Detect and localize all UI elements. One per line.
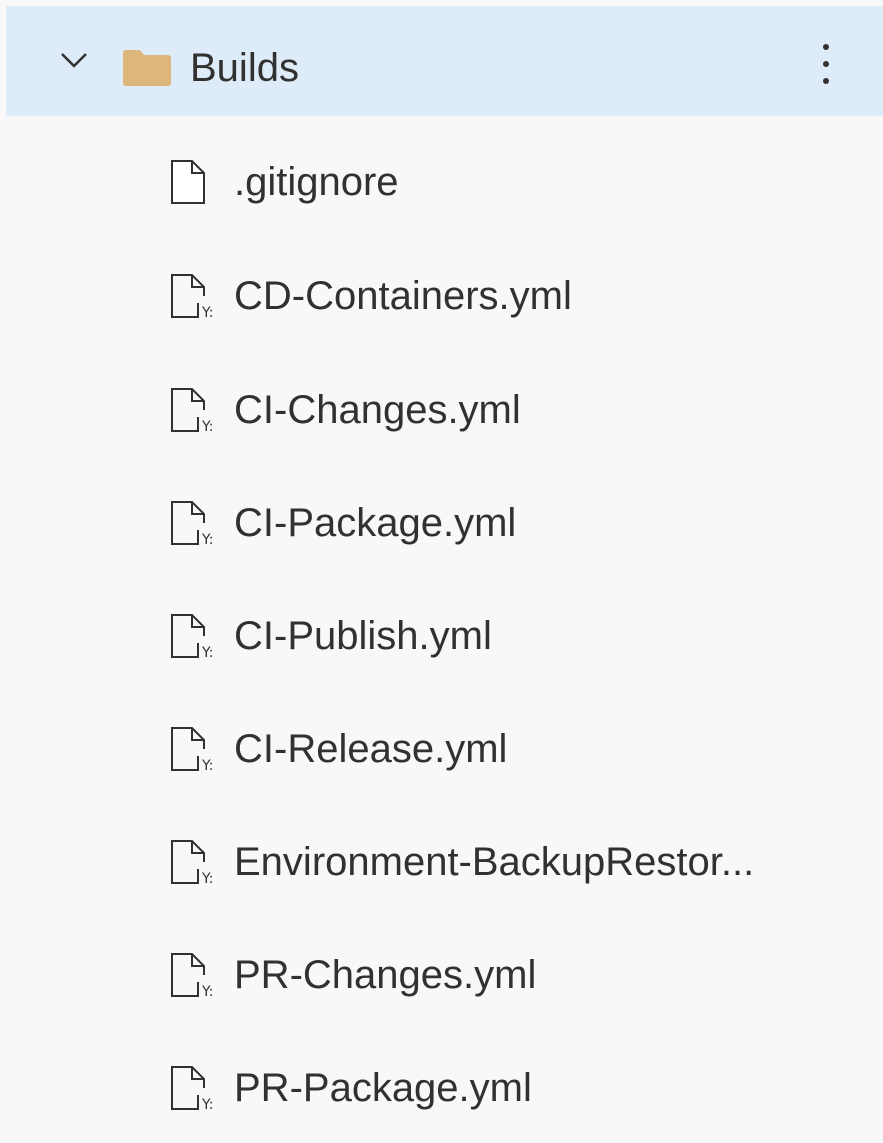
file-row[interactable]: Y: PR-Changes.yml [6, 917, 883, 1030]
file-row[interactable]: Y: CD-Containers.yml [6, 238, 883, 351]
file-label: .gitignore [234, 160, 399, 204]
folder-row-builds[interactable]: Builds [6, 6, 883, 116]
folder-icon [123, 50, 171, 86]
yaml-file-icon: Y: [171, 614, 213, 658]
svg-text:Y:: Y: [201, 984, 213, 997]
file-label: CI-Package.yml [234, 501, 517, 545]
folder-label: Builds [190, 46, 299, 90]
svg-text:Y:: Y: [201, 645, 213, 658]
yaml-file-icon: Y: [171, 388, 213, 432]
file-row[interactable]: Y: CI-Publish.yml [6, 578, 883, 691]
file-label: CI-Release.yml [234, 727, 508, 771]
file-row[interactable]: Y: Environment-BackupRestor... [6, 804, 883, 917]
more-vertical-icon [823, 44, 829, 50]
more-options-button[interactable] [806, 34, 846, 94]
chevron-down-icon[interactable] [56, 42, 92, 78]
file-label: CI-Changes.yml [234, 388, 521, 432]
svg-text:Y:: Y: [201, 758, 213, 771]
file-row[interactable]: Y: CI-Changes.yml [6, 352, 883, 465]
file-label: CD-Containers.yml [234, 274, 572, 318]
file-icon [171, 160, 205, 204]
svg-text:Y:: Y: [201, 532, 213, 545]
yaml-file-icon: Y: [171, 501, 213, 545]
yaml-file-icon: Y: [171, 727, 213, 771]
file-label: PR-Changes.yml [234, 953, 537, 997]
file-tree: Builds .gitignore Y: CD-Containers.yml Y… [0, 0, 883, 1135]
svg-text:Y:: Y: [201, 871, 213, 884]
file-label: Environment-BackupRestor... [234, 840, 755, 884]
yaml-file-icon: Y: [171, 953, 213, 997]
file-row[interactable]: Y: CI-Package.yml [6, 465, 883, 578]
file-label: PR-Package.yml [234, 1066, 532, 1110]
yaml-file-icon: Y: [171, 274, 213, 318]
yaml-file-icon: Y: [171, 840, 213, 884]
yaml-file-icon: Y: [171, 1066, 213, 1110]
file-label: CI-Publish.yml [234, 614, 492, 658]
file-row[interactable]: .gitignore [6, 124, 883, 237]
svg-text:Y:: Y: [201, 419, 213, 432]
file-row[interactable]: Y: PR-Package.yml [6, 1030, 883, 1143]
svg-text:Y:: Y: [201, 1097, 213, 1110]
file-row[interactable]: Y: CI-Release.yml [6, 691, 883, 804]
svg-text:Y:: Y: [201, 305, 213, 318]
